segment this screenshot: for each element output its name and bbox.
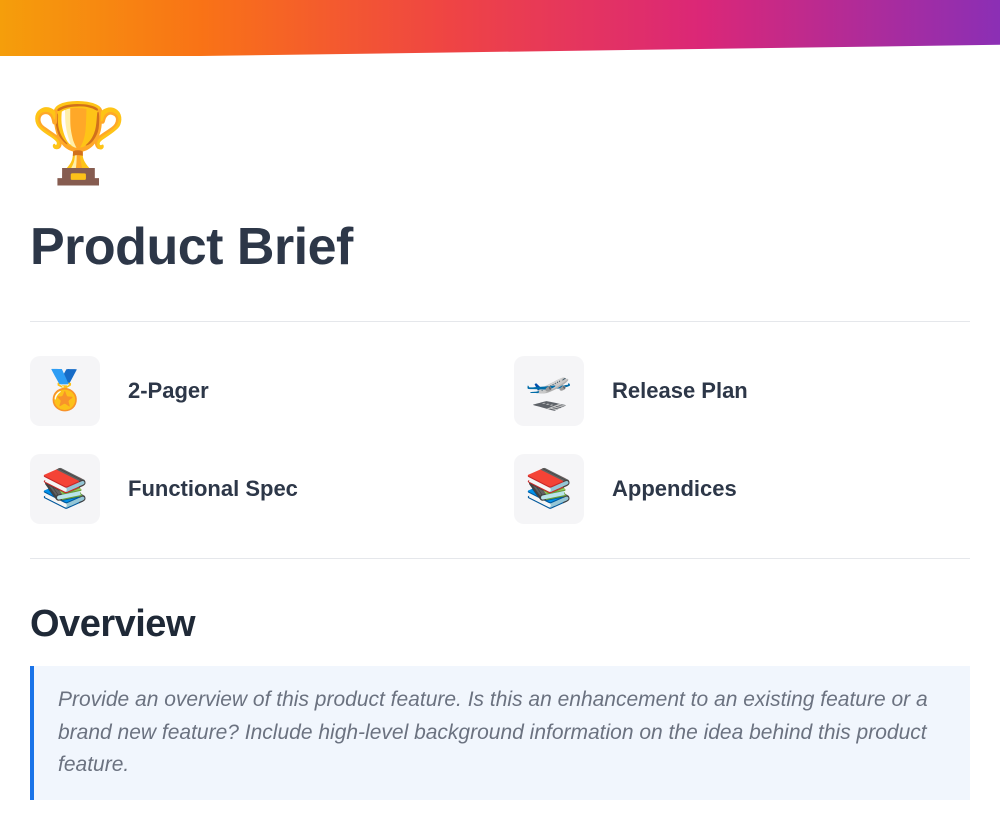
medal-icon: 🏅	[30, 356, 100, 426]
quick-links-grid: 🏅 2-Pager 🛫 Release Plan 📚 Functional Sp…	[30, 322, 970, 558]
quick-link-release-plan[interactable]: 🛫 Release Plan	[514, 356, 970, 426]
overview-heading: Overview	[30, 603, 970, 646]
quick-link-label: Appendices	[612, 476, 737, 502]
header-banner	[0, 0, 1000, 56]
quick-link-functional-spec[interactable]: 📚 Functional Spec	[30, 454, 486, 524]
books-icon: 📚	[30, 454, 100, 524]
quick-link-label: Functional Spec	[128, 476, 298, 502]
overview-callout: Provide an overview of this product feat…	[30, 666, 970, 800]
airplane-icon: 🛫	[514, 356, 584, 426]
page-content: 🏆 Product Brief 🏅 2-Pager 🛫 Release Plan…	[0, 56, 1000, 800]
trophy-icon: 🏆	[30, 104, 970, 182]
books-icon: 📚	[514, 454, 584, 524]
quick-link-2-pager[interactable]: 🏅 2-Pager	[30, 356, 486, 426]
overview-body: Provide an overview of this product feat…	[58, 688, 928, 776]
quick-link-appendices[interactable]: 📚 Appendices	[514, 454, 970, 524]
quick-link-label: 2-Pager	[128, 378, 209, 404]
divider	[30, 558, 970, 559]
quick-link-label: Release Plan	[612, 378, 748, 404]
page-title: Product Brief	[30, 217, 970, 277]
